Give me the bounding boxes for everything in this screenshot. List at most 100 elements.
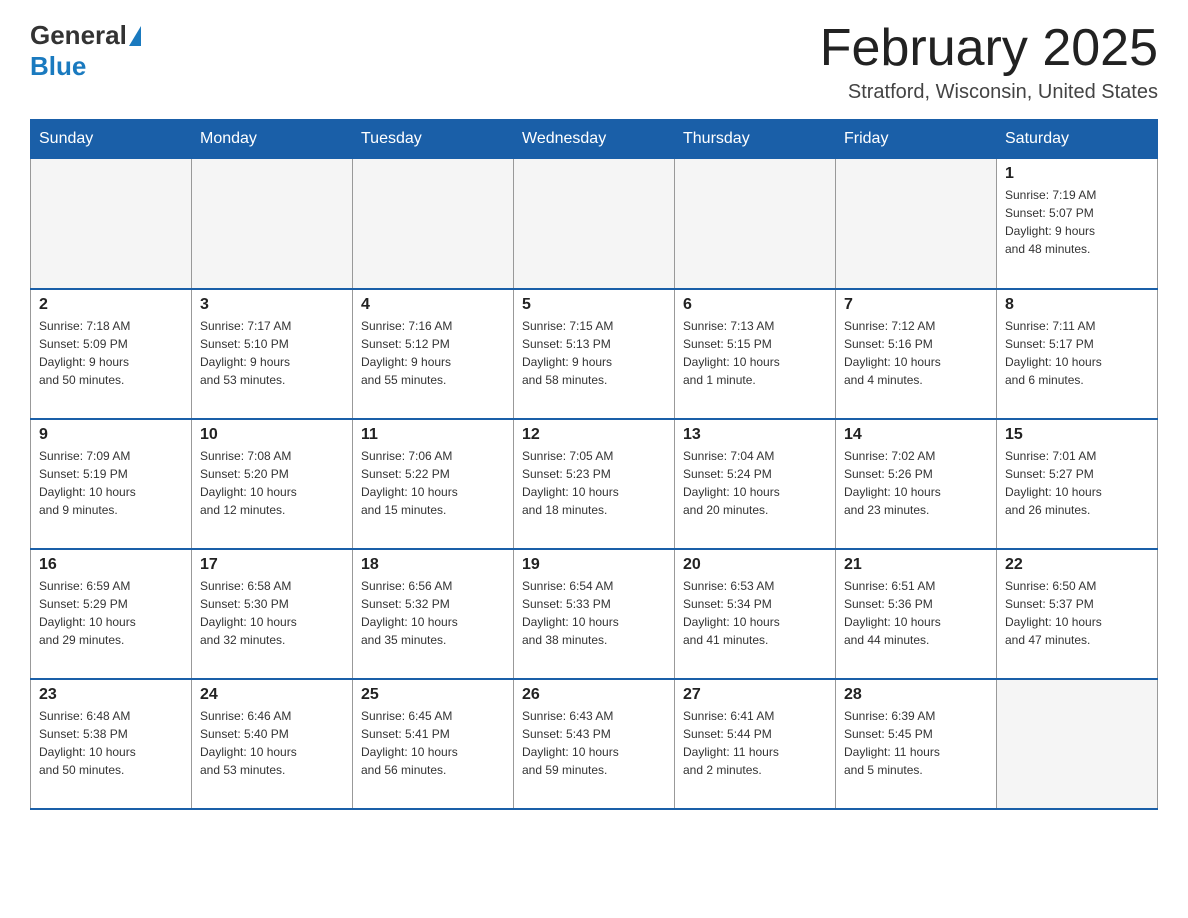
day-info: Sunrise: 7:06 AM Sunset: 5:22 PM Dayligh… <box>361 447 505 519</box>
calendar-cell: 28 Sunrise: 6:39 AM Sunset: 5:45 PM Dayli… <box>836 679 997 809</box>
calendar-cell: 23 Sunrise: 6:48 AM Sunset: 5:38 PM Dayli… <box>31 679 192 809</box>
day-number: 23 <box>39 686 183 704</box>
day-info: Sunrise: 6:59 AM Sunset: 5:29 PM Dayligh… <box>39 577 183 649</box>
calendar-cell <box>675 159 836 289</box>
day-info: Sunrise: 7:05 AM Sunset: 5:23 PM Dayligh… <box>522 447 666 519</box>
day-number: 26 <box>522 686 666 704</box>
calendar-cell: 13 Sunrise: 7:04 AM Sunset: 5:24 PM Dayli… <box>675 419 836 549</box>
day-number: 4 <box>361 296 505 314</box>
day-number: 6 <box>683 296 827 314</box>
day-number: 13 <box>683 426 827 444</box>
calendar-cell: 27Sunrise: 6:41 AM Sunset: 5:44 PM Dayli… <box>675 679 836 809</box>
day-number: 20 <box>683 556 827 574</box>
day-info: Sunrise: 7:12 AM Sunset: 5:16 PM Dayligh… <box>844 317 988 389</box>
day-info: Sunrise: 7:08 AM Sunset: 5:20 PM Dayligh… <box>200 447 344 519</box>
calendar-cell: 11 Sunrise: 7:06 AM Sunset: 5:22 PM Dayli… <box>353 419 514 549</box>
calendar-cell: 8 Sunrise: 7:11 AM Sunset: 5:17 PM Daylig… <box>997 289 1158 419</box>
day-info: Sunrise: 6:50 AM Sunset: 5:37 PM Dayligh… <box>1005 577 1149 649</box>
day-number: 24 <box>200 686 344 704</box>
day-info: Sunrise: 7:04 AM Sunset: 5:24 PM Dayligh… <box>683 447 827 519</box>
logo-general-text: General <box>30 20 127 51</box>
calendar-cell: 4 Sunrise: 7:16 AM Sunset: 5:12 PM Daylig… <box>353 289 514 419</box>
header-wednesday: Wednesday <box>514 120 675 159</box>
header-friday: Friday <box>836 120 997 159</box>
calendar-week-3: 9 Sunrise: 7:09 AM Sunset: 5:19 PM Daylig… <box>31 419 1158 549</box>
calendar-subtitle: Stratford, Wisconsin, United States <box>820 81 1158 104</box>
calendar-cell: 6 Sunrise: 7:13 AM Sunset: 5:15 PM Daylig… <box>675 289 836 419</box>
day-number: 7 <box>844 296 988 314</box>
day-info: Sunrise: 7:18 AM Sunset: 5:09 PM Dayligh… <box>39 317 183 389</box>
calendar-body: 1 Sunrise: 7:19 AM Sunset: 5:07 PM Daylig… <box>31 159 1158 809</box>
calendar-week-5: 23 Sunrise: 6:48 AM Sunset: 5:38 PM Dayli… <box>31 679 1158 809</box>
calendar-cell <box>31 159 192 289</box>
day-number: 19 <box>522 556 666 574</box>
calendar-cell <box>514 159 675 289</box>
day-info: Sunrise: 6:54 AM Sunset: 5:33 PM Dayligh… <box>522 577 666 649</box>
day-number: 18 <box>361 556 505 574</box>
calendar-cell <box>997 679 1158 809</box>
calendar-week-4: 16 Sunrise: 6:59 AM Sunset: 5:29 PM Dayli… <box>31 549 1158 679</box>
day-number: 2 <box>39 296 183 314</box>
day-number: 1 <box>1005 165 1149 183</box>
calendar-cell: 5 Sunrise: 7:15 AM Sunset: 5:13 PM Daylig… <box>514 289 675 419</box>
calendar-header: Sunday Monday Tuesday Wednesday Thursday… <box>31 120 1158 159</box>
calendar-cell: 17 Sunrise: 6:58 AM Sunset: 5:30 PM Dayli… <box>192 549 353 679</box>
calendar-cell: 1 Sunrise: 7:19 AM Sunset: 5:07 PM Daylig… <box>997 159 1158 289</box>
day-info: Sunrise: 7:11 AM Sunset: 5:17 PM Dayligh… <box>1005 317 1149 389</box>
calendar-cell <box>836 159 997 289</box>
day-info: Sunrise: 7:13 AM Sunset: 5:15 PM Dayligh… <box>683 317 827 389</box>
day-info: Sunrise: 6:43 AM Sunset: 5:43 PM Dayligh… <box>522 707 666 779</box>
day-info: Sunrise: 6:45 AM Sunset: 5:41 PM Dayligh… <box>361 707 505 779</box>
day-info: Sunrise: 6:46 AM Sunset: 5:40 PM Dayligh… <box>200 707 344 779</box>
day-info: Sunrise: 6:53 AM Sunset: 5:34 PM Dayligh… <box>683 577 827 649</box>
calendar-cell: 25Sunrise: 6:45 AM Sunset: 5:41 PM Dayli… <box>353 679 514 809</box>
day-info: Sunrise: 6:56 AM Sunset: 5:32 PM Dayligh… <box>361 577 505 649</box>
day-number: 5 <box>522 296 666 314</box>
calendar-cell: 14 Sunrise: 7:02 AM Sunset: 5:26 PM Dayli… <box>836 419 997 549</box>
calendar-table: Sunday Monday Tuesday Wednesday Thursday… <box>30 119 1158 810</box>
day-number: 28 <box>844 686 988 704</box>
day-info: Sunrise: 7:19 AM Sunset: 5:07 PM Dayligh… <box>1005 186 1149 258</box>
day-info: Sunrise: 7:15 AM Sunset: 5:13 PM Dayligh… <box>522 317 666 389</box>
day-number: 21 <box>844 556 988 574</box>
day-info: Sunrise: 6:39 AM Sunset: 5:45 PM Dayligh… <box>844 707 988 779</box>
calendar-cell: 16 Sunrise: 6:59 AM Sunset: 5:29 PM Dayli… <box>31 549 192 679</box>
logo: General Blue <box>30 20 143 82</box>
calendar-cell: 26 Sunrise: 6:43 AM Sunset: 5:43 PM Dayli… <box>514 679 675 809</box>
calendar-title: February 2025 <box>820 20 1158 77</box>
day-number: 10 <box>200 426 344 444</box>
day-number: 16 <box>39 556 183 574</box>
day-number: 27 <box>683 686 827 704</box>
day-number: 8 <box>1005 296 1149 314</box>
header-row: Sunday Monday Tuesday Wednesday Thursday… <box>31 120 1158 159</box>
day-number: 14 <box>844 426 988 444</box>
calendar-week-2: 2 Sunrise: 7:18 AM Sunset: 5:09 PM Daylig… <box>31 289 1158 419</box>
calendar-cell: 3Sunrise: 7:17 AM Sunset: 5:10 PM Daylig… <box>192 289 353 419</box>
calendar-cell: 2 Sunrise: 7:18 AM Sunset: 5:09 PM Daylig… <box>31 289 192 419</box>
calendar-cell: 15Sunrise: 7:01 AM Sunset: 5:27 PM Dayli… <box>997 419 1158 549</box>
logo-triangle-icon <box>129 26 141 46</box>
day-number: 3 <box>200 296 344 314</box>
page-header: General Blue February 2025 Stratford, Wi… <box>30 20 1158 104</box>
calendar-cell: 12Sunrise: 7:05 AM Sunset: 5:23 PM Dayli… <box>514 419 675 549</box>
header-thursday: Thursday <box>675 120 836 159</box>
day-info: Sunrise: 7:02 AM Sunset: 5:26 PM Dayligh… <box>844 447 988 519</box>
calendar-cell: 22Sunrise: 6:50 AM Sunset: 5:37 PM Dayli… <box>997 549 1158 679</box>
calendar-cell: 21Sunrise: 6:51 AM Sunset: 5:36 PM Dayli… <box>836 549 997 679</box>
day-number: 15 <box>1005 426 1149 444</box>
calendar-cell: 20 Sunrise: 6:53 AM Sunset: 5:34 PM Dayli… <box>675 549 836 679</box>
day-info: Sunrise: 7:16 AM Sunset: 5:12 PM Dayligh… <box>361 317 505 389</box>
day-number: 17 <box>200 556 344 574</box>
day-number: 9 <box>39 426 183 444</box>
calendar-cell: 18 Sunrise: 6:56 AM Sunset: 5:32 PM Dayli… <box>353 549 514 679</box>
header-sunday: Sunday <box>31 120 192 159</box>
day-number: 11 <box>361 426 505 444</box>
day-info: Sunrise: 6:48 AM Sunset: 5:38 PM Dayligh… <box>39 707 183 779</box>
header-monday: Monday <box>192 120 353 159</box>
header-saturday: Saturday <box>997 120 1158 159</box>
header-tuesday: Tuesday <box>353 120 514 159</box>
day-info: Sunrise: 7:09 AM Sunset: 5:19 PM Dayligh… <box>39 447 183 519</box>
day-info: Sunrise: 6:58 AM Sunset: 5:30 PM Dayligh… <box>200 577 344 649</box>
calendar-cell: 7 Sunrise: 7:12 AM Sunset: 5:16 PM Daylig… <box>836 289 997 419</box>
title-area: February 2025 Stratford, Wisconsin, Unit… <box>820 20 1158 104</box>
